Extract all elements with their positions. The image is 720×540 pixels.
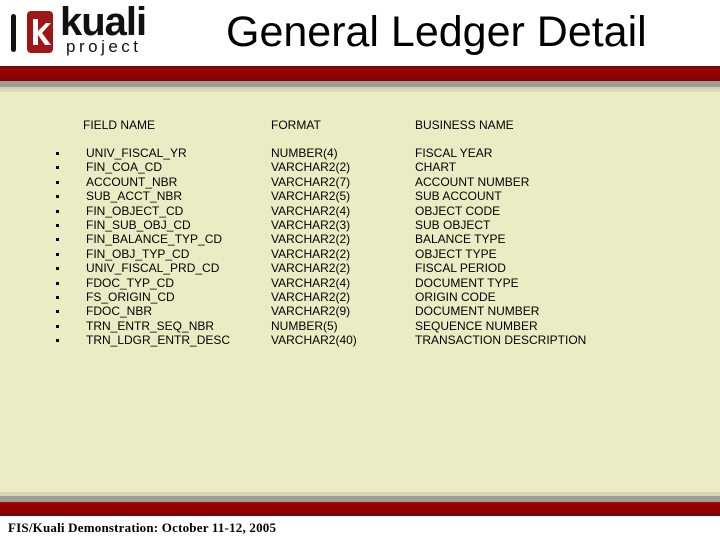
slide-header: kuali project General Ledger Detail (0, 0, 720, 66)
field-name-cell: SUB_ACCT_NBR (86, 189, 183, 204)
bullet-icon (56, 267, 59, 271)
column-header-business-name: BUSINESS NAME (415, 118, 514, 132)
bullet-icon (56, 339, 59, 343)
bullet-icon (56, 152, 59, 155)
business-name-cell: SEQUENCE NUMBER (415, 318, 538, 333)
table-row: SUB_ACCT_NBR VARCHAR2(5) SUB ACCOUNT (0, 189, 720, 203)
kuali-k-logo-icon (27, 11, 53, 53)
footer-caption: FIS/Kuali Demonstration: October 11-12, … (8, 520, 277, 535)
format-cell: VARCHAR2(9) (271, 304, 351, 319)
table-row: FIN_COA_CD VARCHAR2(2) CHART (0, 160, 720, 174)
format-cell: VARCHAR2(2) (271, 246, 351, 261)
bullet-icon (56, 180, 59, 184)
bullet-icon (56, 238, 59, 242)
table-row: FS_ORIGIN_CD VARCHAR2(2) ORIGIN CODE (0, 290, 720, 304)
business-name-cell: SUB OBJECT (415, 217, 491, 232)
field-name-cell: ACCOUNT_NBR (86, 174, 178, 189)
business-name-cell: ACCOUNT NUMBER (415, 174, 530, 189)
business-name-cell: DOCUMENT TYPE (415, 275, 519, 290)
bullet-icon (56, 166, 59, 170)
page-title: General Ledger Detail (226, 8, 647, 56)
field-name-cell: FIN_SUB_OBJ_CD (86, 217, 191, 232)
bullet-icon (56, 195, 59, 199)
bullet-icon (56, 324, 59, 328)
format-cell: VARCHAR2(4) (271, 275, 351, 290)
table-row: FDOC_TYP_CD VARCHAR2(4) DOCUMENT TYPE (0, 276, 720, 290)
field-name-cell: FDOC_TYP_CD (86, 275, 175, 290)
table-row: FIN_SUB_OBJ_CD VARCHAR2(3) SUB OBJECT (0, 218, 720, 232)
bullet-icon (56, 223, 59, 227)
field-name-cell: FIN_OBJ_TYP_CD (86, 246, 190, 261)
table-row: FDOC_NBR VARCHAR2(9) DOCUMENT NUMBER (0, 304, 720, 318)
field-name-cell: UNIV_FISCAL_YR (86, 146, 187, 160)
business-name-cell: OBJECT CODE (415, 203, 501, 218)
logo-bracket-icon (11, 14, 16, 52)
field-name-cell: TRN_ENTR_SEQ_NBR (86, 318, 215, 333)
business-name-cell: FISCAL YEAR (415, 146, 493, 160)
kuali-logo: kuali project (0, 0, 200, 66)
format-cell: NUMBER(5) (271, 318, 338, 333)
header-red-band (0, 66, 720, 81)
format-cell: VARCHAR2(4) (271, 203, 351, 218)
bullet-icon (56, 310, 59, 314)
business-name-cell: ORIGIN CODE (415, 289, 496, 304)
format-cell: VARCHAR2(2) (271, 232, 351, 247)
column-header-field-name: FIELD NAME (83, 118, 156, 132)
format-cell: VARCHAR2(2) (271, 160, 351, 175)
field-list: UNIV_FISCAL_YR NUMBER(4) FISCAL YEAR FIN_CO… (0, 146, 720, 347)
format-cell: NUMBER(4) (271, 146, 338, 160)
field-name-cell: FS_ORIGIN_CD (86, 289, 175, 304)
format-cell: VARCHAR2(40) (271, 333, 357, 348)
format-cell: VARCHAR2(5) (271, 189, 351, 204)
field-name-cell: UNIV_FISCAL_PRD_CD (86, 261, 220, 276)
table-row: FIN_OBJ_TYP_CD VARCHAR2(2) OBJECT TYPE (0, 247, 720, 261)
table-row: ACCOUNT_NBR VARCHAR2(7) ACCOUNT NUMBER (0, 175, 720, 189)
table-row: FIN_BALANCE_TYP_CD VARCHAR2(2) BALANCE TYP… (0, 232, 720, 246)
business-name-cell: FISCAL PERIOD (415, 261, 506, 276)
bullet-icon (56, 209, 59, 213)
format-cell: VARCHAR2(3) (271, 217, 351, 232)
field-name-cell: TRN_LDGR_ENTR_DESC (86, 333, 231, 348)
format-cell: VARCHAR2(2) (271, 261, 351, 276)
footer-red-band (0, 502, 720, 516)
field-name-cell: FIN_OBJECT_CD (86, 203, 184, 218)
bullet-icon (56, 295, 59, 299)
table-row: TRN_LDGR_ENTR_DESC VARCHAR2(40) TRANSACTIO… (0, 333, 720, 347)
business-name-cell: BALANCE TYPE (415, 232, 506, 247)
logo-subtitle: project (66, 37, 142, 56)
bullet-icon (56, 252, 59, 256)
table-row: UNIV_FISCAL_YR NUMBER(4) FISCAL YEAR (0, 146, 720, 160)
business-name-cell: DOCUMENT NUMBER (415, 304, 540, 319)
table-row: FIN_OBJECT_CD VARCHAR2(4) OBJECT CODE (0, 204, 720, 218)
format-cell: VARCHAR2(7) (271, 174, 351, 189)
business-name-cell: SUB ACCOUNT (415, 189, 502, 204)
field-name-cell: FIN_BALANCE_TYP_CD (86, 232, 223, 247)
table-row: TRN_ENTR_SEQ_NBR NUMBER(5) SEQUENCE NUMBER (0, 319, 720, 333)
field-name-cell: FIN_COA_CD (86, 160, 163, 175)
table-row: UNIV_FISCAL_PRD_CD VARCHAR2(2) FISCAL PERI… (0, 261, 720, 275)
business-name-cell: CHART (415, 160, 457, 175)
format-cell: VARCHAR2(2) (271, 289, 351, 304)
business-name-cell: OBJECT TYPE (415, 246, 497, 261)
logo-wordmark: kuali (60, 0, 147, 44)
business-name-cell: TRANSACTION DESCRIPTION (415, 333, 587, 348)
bullet-icon (56, 281, 59, 285)
column-header-format: FORMAT (271, 118, 321, 132)
field-name-cell: FDOC_NBR (86, 304, 153, 319)
